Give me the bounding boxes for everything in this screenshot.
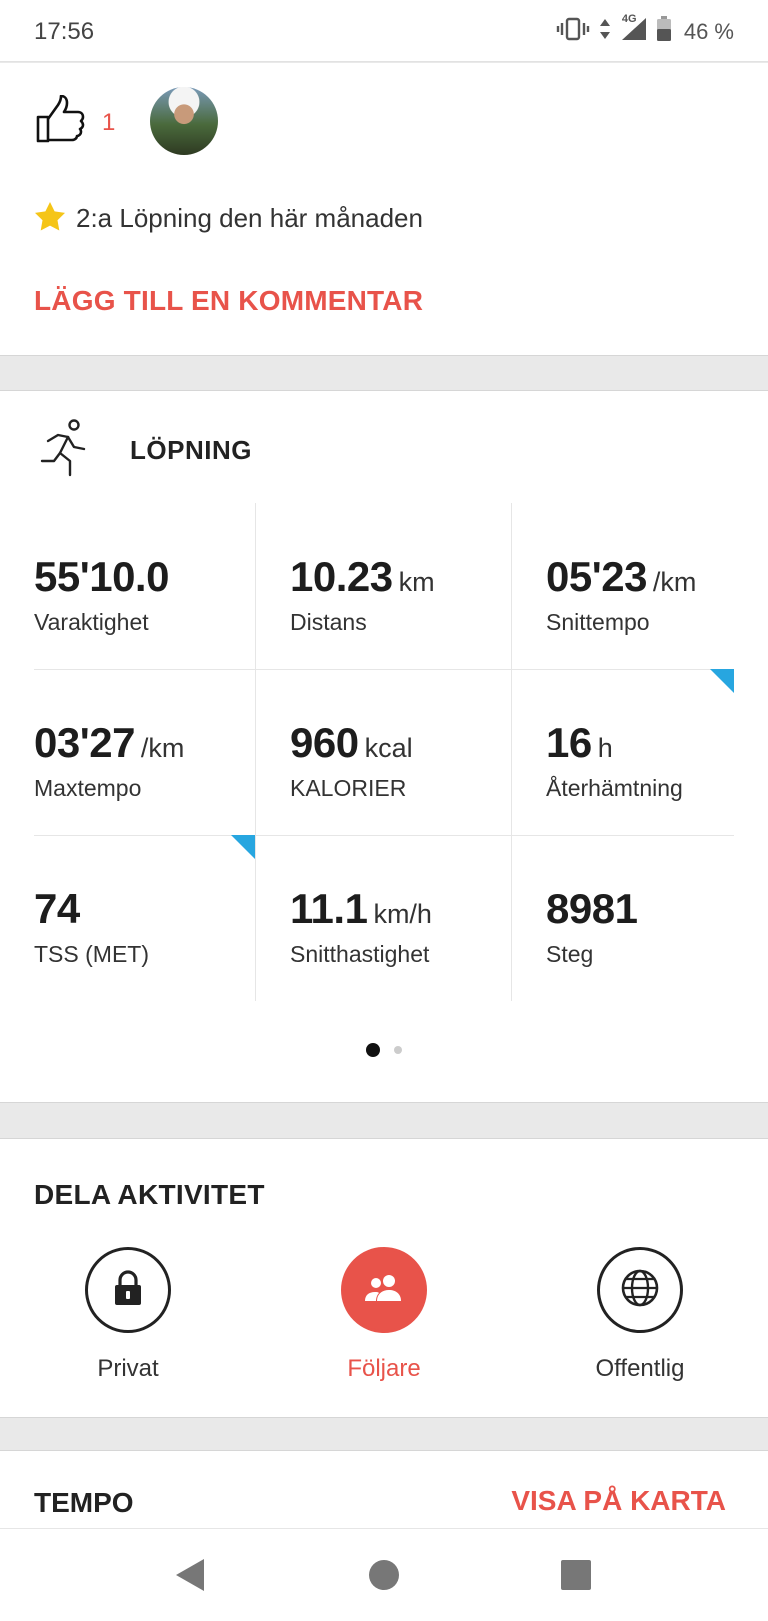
achievement-text: 2:a Löpning den här månaden	[76, 203, 423, 233]
share-card: DELA AKTIVITET Privat Följare Offentlig	[0, 1138, 768, 1418]
page-dot-active[interactable]	[366, 1043, 380, 1057]
stat-avg-pace[interactable]: 05'23/km Snittempo	[546, 503, 768, 669]
stat-label: Steg	[546, 941, 594, 967]
activity-stats-card: LÖPNING 55'10.0 Varaktighet 10.23 km Dist…	[0, 390, 768, 1103]
stat-value: 960	[290, 719, 359, 766]
stat-unit: /km	[140, 733, 185, 763]
star-icon	[34, 201, 66, 236]
social-card: 1 2:a Löpning den här månaden LÄGG TILL …	[0, 63, 768, 356]
share-label: Offentlig	[595, 1355, 685, 1382]
stat-value: 74	[34, 885, 80, 932]
status-time: 17:56	[34, 18, 95, 45]
stat-calories[interactable]: 960 kcal KALORIER	[290, 669, 512, 835]
page-dot[interactable]	[394, 1046, 402, 1054]
stat-label: Varaktighet	[34, 609, 149, 635]
signal-icon: 4G	[620, 13, 648, 46]
stat-label: Återhämtning	[546, 775, 683, 801]
data-arrows-icon	[598, 17, 612, 46]
recents-icon[interactable]	[558, 1555, 594, 1600]
stat-unit: km	[398, 567, 435, 597]
share-label: Privat	[97, 1355, 159, 1382]
stat-duration[interactable]: 55'10.0 Varaktighet	[34, 503, 256, 669]
stat-value: 8981	[546, 885, 638, 932]
stat-value: 10.23	[290, 553, 393, 600]
followers-icon	[363, 1273, 405, 1308]
tempo-title: TEMPO	[34, 1487, 134, 1518]
status-bar: 17:56 4G 46 %	[0, 0, 768, 62]
stat-label: Distans	[290, 609, 367, 635]
battery-icon	[656, 16, 672, 47]
stat-avg-speed[interactable]: 11.1 km/h Snitthastighet	[290, 835, 512, 1001]
network-type: 4G	[621, 13, 637, 25]
running-icon	[40, 419, 92, 482]
stat-tss[interactable]: 74 TSS (MET)	[34, 835, 256, 1001]
stat-label: KALORIER	[290, 775, 407, 801]
stat-value: 11.1	[290, 885, 368, 932]
add-comment-button[interactable]: LÄGG TILL EN KOMMENTAR	[34, 285, 423, 317]
navigation-bar	[0, 1528, 768, 1621]
stat-steps[interactable]: 8981 Steg	[546, 835, 768, 1001]
share-followers-button[interactable]: Följare	[304, 1247, 464, 1383]
stat-value: 03'27	[34, 719, 135, 766]
like-count[interactable]: 1	[102, 109, 115, 137]
stat-value: 05'23	[546, 553, 647, 600]
share-label-selected: Följare	[347, 1355, 421, 1382]
home-icon[interactable]	[366, 1555, 402, 1600]
stat-unit: h	[597, 733, 613, 763]
share-private-button[interactable]: Privat	[48, 1247, 208, 1383]
stat-label: Snittempo	[546, 609, 650, 635]
stat-max-pace[interactable]: 03'27/km Maxtempo	[34, 669, 256, 835]
activity-title: LÖPNING	[130, 435, 252, 465]
show-on-map-button[interactable]: VISA PÅ KARTA	[511, 1485, 726, 1517]
activity-header: LÖPNING	[40, 419, 252, 482]
lock-icon	[111, 1269, 145, 1312]
achievement-row: 2:a Löpning den här månaden	[34, 201, 423, 236]
stat-label: Snitthastighet	[290, 941, 430, 967]
stat-value: 55'10.0	[34, 553, 169, 600]
stat-unit: kcal	[364, 733, 413, 763]
stat-label: TSS (MET)	[34, 941, 149, 967]
battery-percent: 46 %	[683, 18, 734, 44]
thumbs-up-icon[interactable]	[34, 94, 86, 150]
share-circle[interactable]	[597, 1247, 683, 1333]
share-title: DELA AKTIVITET	[34, 1179, 265, 1210]
tempo-card: TEMPO VISA PÅ KARTA	[0, 1450, 768, 1530]
share-circle[interactable]	[85, 1247, 171, 1333]
stat-distance[interactable]: 10.23 km Distans	[290, 503, 512, 669]
page-indicator[interactable]	[0, 1043, 768, 1057]
stat-recovery[interactable]: 16 h Återhämtning	[546, 669, 768, 835]
status-icons: 4G 46 %	[556, 13, 734, 47]
globe-icon	[620, 1268, 660, 1313]
back-icon[interactable]	[172, 1555, 208, 1600]
stat-unit: km/h	[373, 899, 432, 929]
vibrate-icon	[556, 17, 590, 46]
stat-label: Maxtempo	[34, 775, 142, 801]
stat-value: 16	[546, 719, 592, 766]
share-circle-selected[interactable]	[341, 1247, 427, 1333]
stat-unit: /km	[652, 567, 697, 597]
avatar[interactable]	[150, 87, 218, 155]
share-public-button[interactable]: Offentlig	[560, 1247, 720, 1383]
